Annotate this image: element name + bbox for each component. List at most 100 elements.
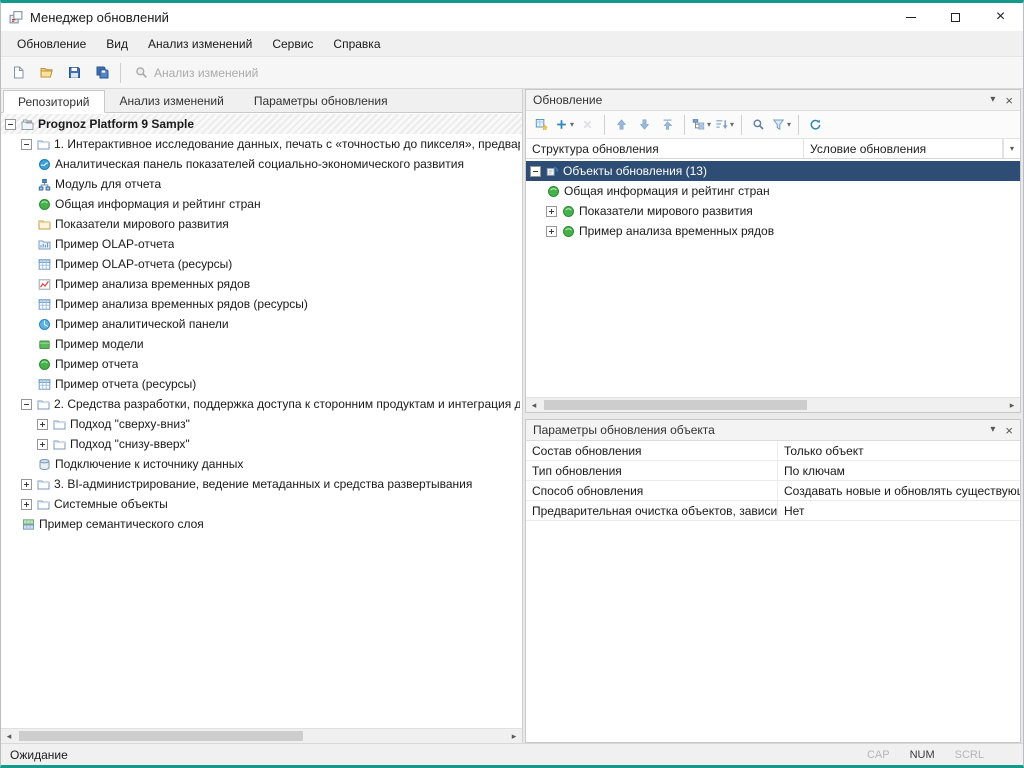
tree-label: Объекты обновления (13) [563,164,707,178]
scroll-thumb[interactable] [19,731,303,741]
scroll-thumb[interactable] [544,400,807,410]
property-row[interactable]: Тип обновленияПо ключам [526,461,1020,481]
update-panel-title: Обновление [533,93,602,107]
expander-minus-icon[interactable] [21,139,32,150]
menu-bar: ОбновлениеВидАнализ измененийСервисСправ… [1,31,1023,57]
tree-row[interactable]: Пример семантического слоя [1,514,522,534]
tree-row[interactable]: Общая информация и рейтинг стран [1,194,522,214]
tree-row[interactable]: Пример отчета (ресурсы) [1,374,522,394]
column-filter-button[interactable]: ▾ [1003,139,1020,158]
filter-button[interactable]: ▾ [770,113,793,136]
olap-report-icon [37,237,51,251]
scroll-right-button[interactable]: ▸ [1004,398,1020,412]
tree-row[interactable]: Prognoz Platform 9 Sample [1,114,522,134]
add-button[interactable]: ▾ [553,113,576,136]
property-row[interactable]: Состав обновленияТолько объект [526,441,1020,461]
refresh-button[interactable] [804,113,827,136]
add-objects-button[interactable] [530,113,553,136]
minimize-button[interactable] [888,3,933,31]
save-button[interactable] [61,60,87,86]
expander-plus-icon[interactable] [546,226,557,237]
analysis-button[interactable]: Анализ изменений [126,60,266,86]
tree-row[interactable]: Пример отчета [1,354,522,374]
new-document-icon [11,66,25,80]
tree-row[interactable]: Системные объекты [1,494,522,514]
dropdown-caret-icon: ▾ [570,120,574,129]
tab-1[interactable]: Репозиторий [3,90,105,113]
menu-item-4[interactable]: Сервис [262,31,323,56]
panel-close-button[interactable]: × [1005,424,1013,437]
save-icon [67,66,81,80]
tree-row[interactable]: 3. BI-администрирование, ведение метадан… [1,474,522,494]
sort-button[interactable]: ▾ [713,113,736,136]
expander-minus-icon[interactable] [5,119,16,130]
scroll-right-button[interactable]: ▸ [506,729,522,743]
menu-item-1[interactable]: Обновление [7,31,96,56]
open-button[interactable] [33,60,59,86]
tree-label: Пример OLAP-отчета (ресурсы) [55,257,232,271]
column-structure-header[interactable]: Структура обновления [526,139,804,158]
save-all-button[interactable] [89,60,115,86]
expander-plus-icon[interactable] [21,499,32,510]
property-grid: Состав обновленияТолько объектТип обновл… [526,441,1020,742]
move-top-button[interactable] [656,113,679,136]
tree-row[interactable]: Подход "снизу-вверх" [1,434,522,454]
move-down-button[interactable] [633,113,656,136]
main-toolbar-buttons [5,60,115,86]
tree-row[interactable]: Показатели мирового развития [526,201,1020,221]
tree-row[interactable]: Пример OLAP-отчета [1,234,522,254]
scroll-left-button[interactable]: ◂ [526,398,542,412]
menu-item-2[interactable]: Вид [96,31,138,56]
column-condition-header[interactable]: Условие обновления [804,139,1003,158]
tree-row[interactable]: 2. Средства разработки, поддержка доступ… [1,394,522,414]
property-value: По ключам [778,461,1020,480]
menu-item-5[interactable]: Справка [323,31,390,56]
panel-menu-button[interactable]: ▾ [990,425,995,435]
repository-hscrollbar[interactable]: ◂ ▸ [1,728,522,743]
scroll-left-button[interactable]: ◂ [1,729,17,743]
tree-row[interactable]: Пример OLAP-отчета (ресурсы) [1,254,522,274]
tree-row[interactable]: Показатели мирового развития [1,214,522,234]
tree-row[interactable]: 1. Интерактивное исследование данных, пе… [1,134,522,154]
close-button[interactable]: × [978,3,1023,31]
update-hscrollbar[interactable]: ◂ ▸ [526,397,1020,412]
move-up-button[interactable] [610,113,633,136]
scroll-track[interactable] [542,398,1004,412]
property-row[interactable]: Предварительная очистка объектов, зависи… [526,501,1020,521]
expander-plus-icon[interactable] [546,206,557,217]
tree-row[interactable]: Пример анализа временных рядов [1,274,522,294]
panel-menu-button[interactable]: ▾ [990,95,995,105]
scroll-track[interactable] [17,729,506,743]
folder-icon [36,497,50,511]
tree-row[interactable]: Пример аналитической панели [1,314,522,334]
tree-row[interactable]: Объекты обновления (13) [526,161,1020,181]
expander-plus-icon[interactable] [37,439,48,450]
datasource-icon [37,457,51,471]
tree-row[interactable]: Подключение к источнику данных [1,454,522,474]
tree-row[interactable]: Пример анализа временных рядов (ресурсы) [1,294,522,314]
property-row[interactable]: Способ обновленияСоздавать новые и обнов… [526,481,1020,501]
tree-row[interactable]: Общая информация и рейтинг стран [526,181,1020,201]
tree-label: Пример отчета (ресурсы) [55,377,196,391]
menu-item-3[interactable]: Анализ изменений [138,31,262,56]
search-button[interactable] [747,113,770,136]
grouping-button[interactable]: ▾ [690,113,713,136]
expander-minus-icon[interactable] [530,166,541,177]
analysis-icon [134,66,148,80]
tab-2[interactable]: Анализ изменений [105,89,239,112]
toolbar-separator [741,115,742,135]
tree-row[interactable]: Пример анализа временных рядов [526,221,1020,241]
tree-row[interactable]: Пример модели [1,334,522,354]
property-name: Тип обновления [526,461,778,480]
delete-button[interactable] [576,113,599,136]
tab-3[interactable]: Параметры обновления [239,89,403,112]
tree-row[interactable]: Подход "сверху-вниз" [1,414,522,434]
new-button[interactable] [5,60,31,86]
expander-minus-icon[interactable] [21,399,32,410]
expander-plus-icon[interactable] [37,419,48,430]
tree-row[interactable]: Модуль для отчета [1,174,522,194]
expander-plus-icon[interactable] [21,479,32,490]
maximize-button[interactable] [933,3,978,31]
tree-row[interactable]: Аналитическая панель показателей социаль… [1,154,522,174]
panel-close-button[interactable]: × [1005,94,1013,107]
